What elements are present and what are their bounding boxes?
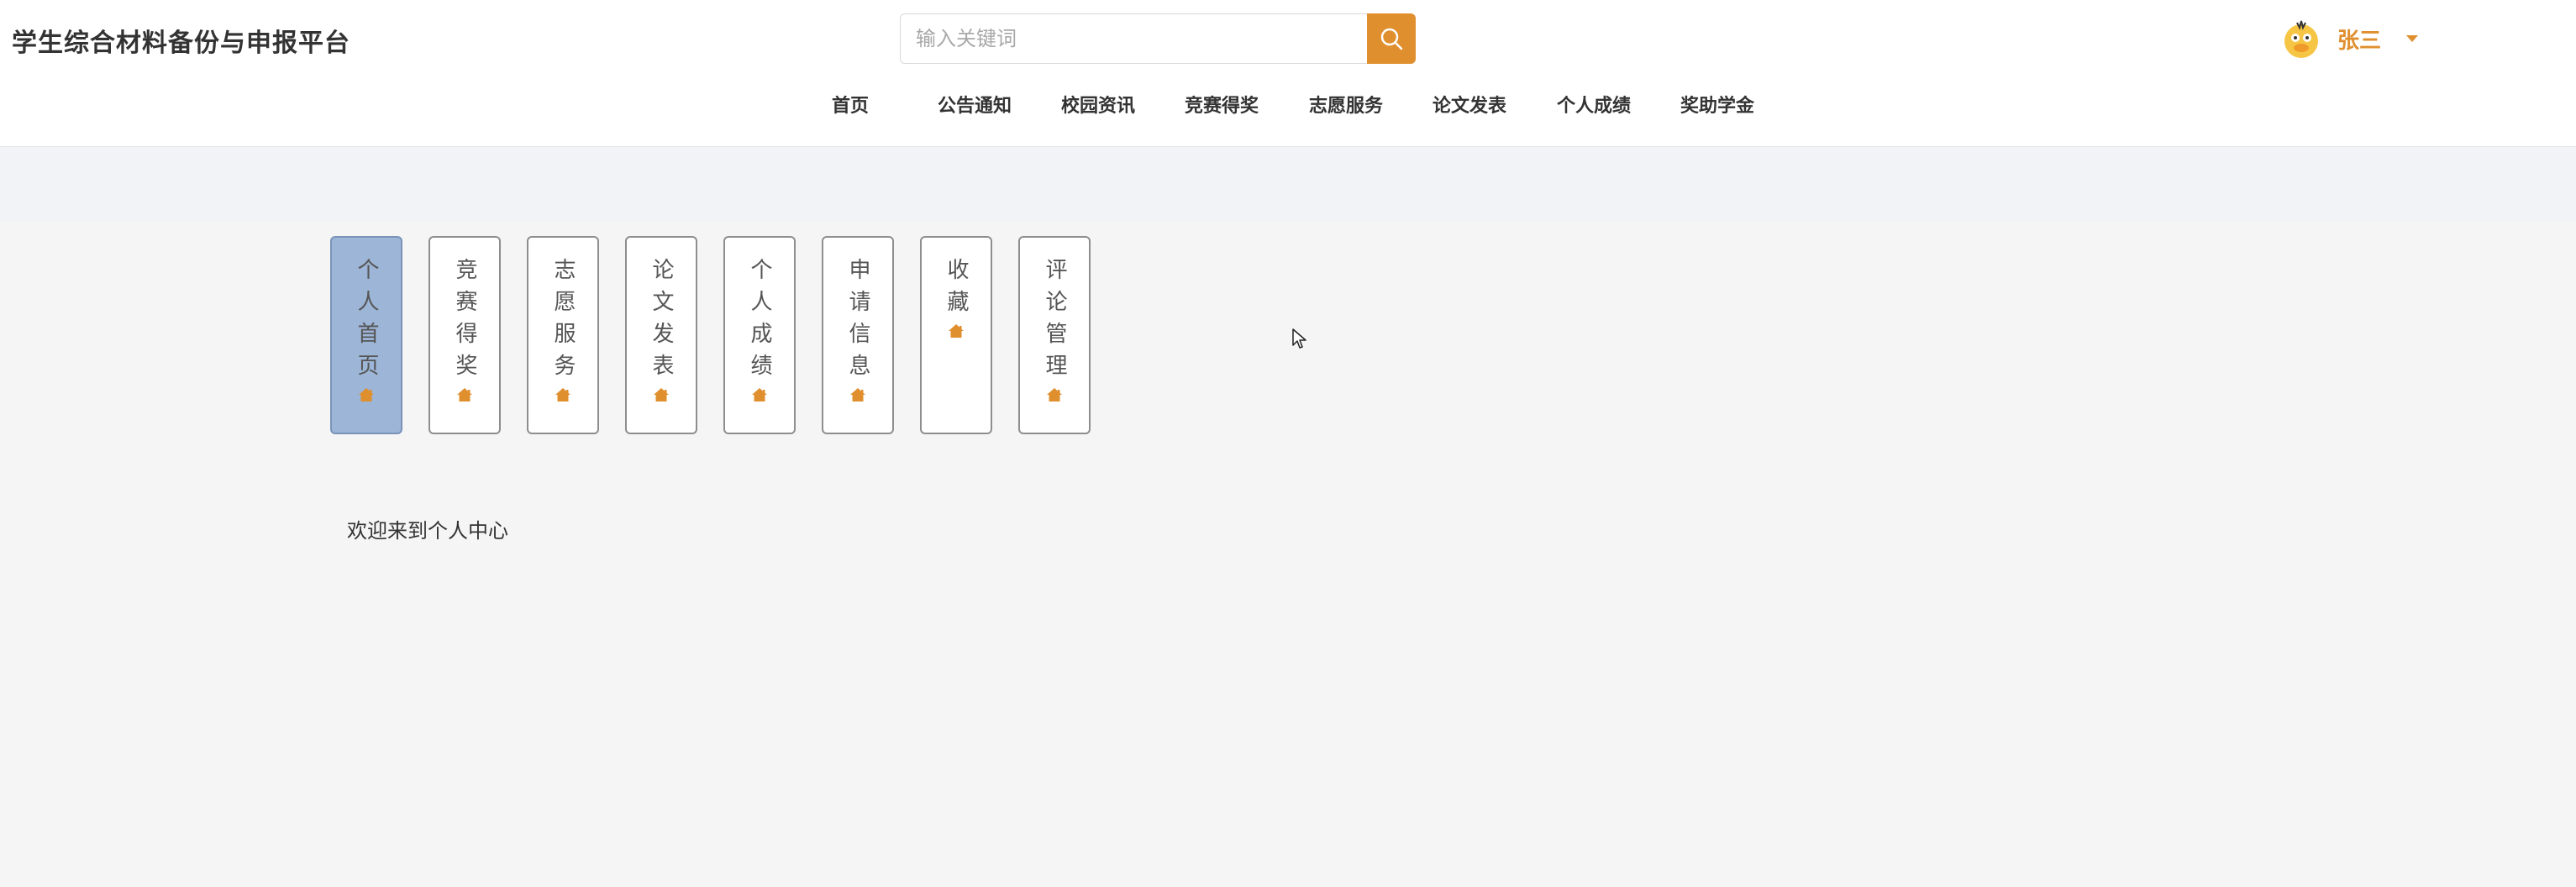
tab-personal-grades[interactable]: 个人成绩 bbox=[723, 236, 796, 434]
search-input[interactable] bbox=[901, 14, 1368, 63]
tab-label: 个人首页 bbox=[354, 258, 379, 386]
tab-personal-home[interactable]: 个人首页 bbox=[330, 236, 402, 434]
home-icon bbox=[555, 388, 570, 402]
banner-band bbox=[0, 147, 2576, 221]
nav-item-home[interactable]: 首页 bbox=[832, 91, 869, 118]
tab-competition-awards[interactable]: 竞赛得奖 bbox=[428, 236, 501, 434]
tab-comment-management[interactable]: 评论管理 bbox=[1018, 236, 1091, 434]
nav-item-scholarships[interactable]: 奖助学金 bbox=[1680, 91, 1754, 118]
welcome-text: 欢迎来到个人中心 bbox=[347, 519, 508, 543]
nav-item-volunteer-service[interactable]: 志愿服务 bbox=[1309, 91, 1383, 118]
tab-label: 申请信息 bbox=[845, 258, 870, 386]
tab-label: 论文发表 bbox=[649, 258, 674, 386]
tab-label: 个人成绩 bbox=[747, 258, 772, 386]
home-icon bbox=[359, 388, 374, 402]
tab-label: 竞赛得奖 bbox=[452, 258, 477, 386]
home-icon bbox=[850, 388, 865, 402]
nav-item-personal-grades[interactable]: 个人成绩 bbox=[1557, 91, 1631, 118]
chevron-down-icon[interactable] bbox=[2406, 35, 2419, 42]
search-box bbox=[900, 13, 1416, 64]
tab-application-info[interactable]: 申请信息 bbox=[822, 236, 894, 434]
duck-avatar-icon[interactable] bbox=[2279, 16, 2324, 61]
tab-paper-publication[interactable]: 论文发表 bbox=[625, 236, 697, 434]
tab-favorites[interactable]: 收藏 bbox=[920, 236, 992, 434]
tab-label: 评论管理 bbox=[1042, 258, 1067, 386]
main-nav: 首页 公告通知 校园资讯 竞赛得奖 志愿服务 论文发表 个人成绩 奖助学金 bbox=[0, 91, 2576, 124]
nav-item-announcements[interactable]: 公告通知 bbox=[938, 91, 1012, 118]
search-icon bbox=[1380, 28, 1403, 50]
nav-item-campus-news[interactable]: 校园资讯 bbox=[1061, 91, 1135, 118]
user-name[interactable]: 张三 bbox=[2337, 24, 2381, 55]
home-icon bbox=[949, 324, 964, 338]
tab-volunteer-service[interactable]: 志愿服务 bbox=[527, 236, 599, 434]
search-button[interactable] bbox=[1367, 13, 1416, 64]
nav-item-competition-awards[interactable]: 竞赛得奖 bbox=[1185, 91, 1259, 118]
site-title: 学生综合材料备份与申报平台 bbox=[12, 29, 350, 58]
top-header: 学生综合材料备份与申报平台 张三 首页 公告通知 校园 bbox=[0, 0, 2576, 147]
home-icon bbox=[752, 388, 767, 402]
tab-label: 收藏 bbox=[944, 258, 969, 322]
mouse-cursor-icon bbox=[1292, 328, 1306, 349]
tab-label: 志愿服务 bbox=[550, 258, 576, 386]
home-icon bbox=[654, 388, 669, 402]
home-icon bbox=[457, 388, 472, 402]
user-menu[interactable]: 张三 bbox=[2279, 12, 2419, 66]
nav-item-paper-publication[interactable]: 论文发表 bbox=[1433, 91, 1506, 118]
home-icon bbox=[1047, 388, 1062, 402]
